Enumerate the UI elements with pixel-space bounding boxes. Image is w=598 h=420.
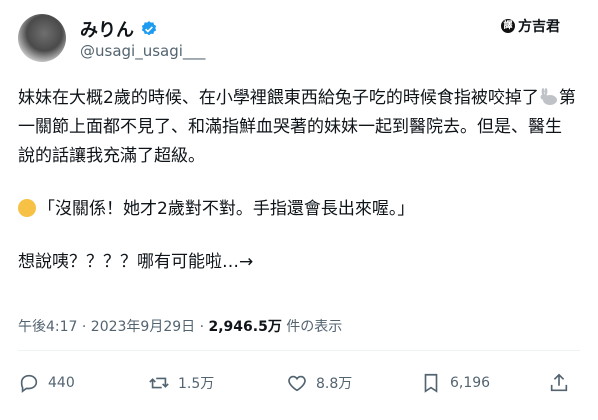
person-emoji-icon	[18, 199, 36, 217]
share-icon	[550, 373, 568, 392]
post-text: 妹妹在大概2歲的時候、在小學裡餵東西給兔子吃的時候食指被咬掉了 第一關節上面都不…	[18, 84, 578, 277]
paragraph-1: 妹妹在大概2歲的時候、在小學裡餵東西給兔子吃的時候食指被咬掉了 第一關節上面都不…	[18, 84, 578, 171]
post-meta: 午後4:17 · 2023年9月29日 · 2,946.5万 件の表示	[18, 316, 342, 336]
action-bar: 440 1.5万 8.8万 6,196	[18, 372, 580, 404]
like-count: 8.8万	[316, 376, 353, 392]
share-button[interactable]	[548, 372, 570, 394]
bookmark-button[interactable]: 6,196	[420, 372, 490, 394]
paragraph-3: 想說咦？？？？哪有可能啦…→	[18, 252, 254, 272]
verified-badge-icon	[141, 21, 157, 36]
watermark-logo: 譯 方吉君	[501, 16, 560, 36]
doctor-quote: 「沒關係！她才2歲對不對。手指還會長出來喔。」	[38, 199, 415, 219]
bookmark-count: 6,196	[450, 375, 491, 391]
paragraph-2: 「沒關係！她才2歲對不對。手指還會長出來喔。」	[18, 195, 578, 224]
reply-button[interactable]: 440	[18, 372, 75, 394]
author-name-row[interactable]: みりん	[80, 16, 158, 42]
repost-icon	[149, 377, 169, 389]
reply-count: 440	[48, 375, 75, 391]
repost-button[interactable]: 1.5万	[148, 372, 214, 394]
heart-icon	[288, 375, 306, 392]
author-name[interactable]: みりん	[80, 16, 134, 42]
avatar[interactable]	[18, 14, 66, 62]
author-handle[interactable]: @usagi_usagi___	[80, 42, 205, 60]
like-button[interactable]: 8.8万	[286, 372, 352, 394]
watermark-dot: 譯	[501, 19, 515, 33]
bookmark-icon	[424, 373, 438, 393]
reply-icon	[20, 374, 38, 393]
divider	[18, 350, 580, 351]
paragraph-1-part-a: 妹妹在大概2歲的時候、在小學裡餵東西給兔子吃的時候食指被咬掉了	[18, 88, 539, 108]
post-header: みりん @usagi_usagi___ 譯 方吉君	[18, 12, 580, 70]
post-timestamp[interactable]: 午後4:17 · 2023年9月29日 ·	[18, 319, 204, 335]
rabbit-emoji-icon	[540, 88, 557, 105]
watermark-text: 方吉君	[518, 19, 560, 35]
view-label: 件の表示	[286, 319, 343, 335]
repost-count: 1.5万	[178, 376, 215, 392]
view-count: 2,946.5万	[208, 319, 282, 335]
